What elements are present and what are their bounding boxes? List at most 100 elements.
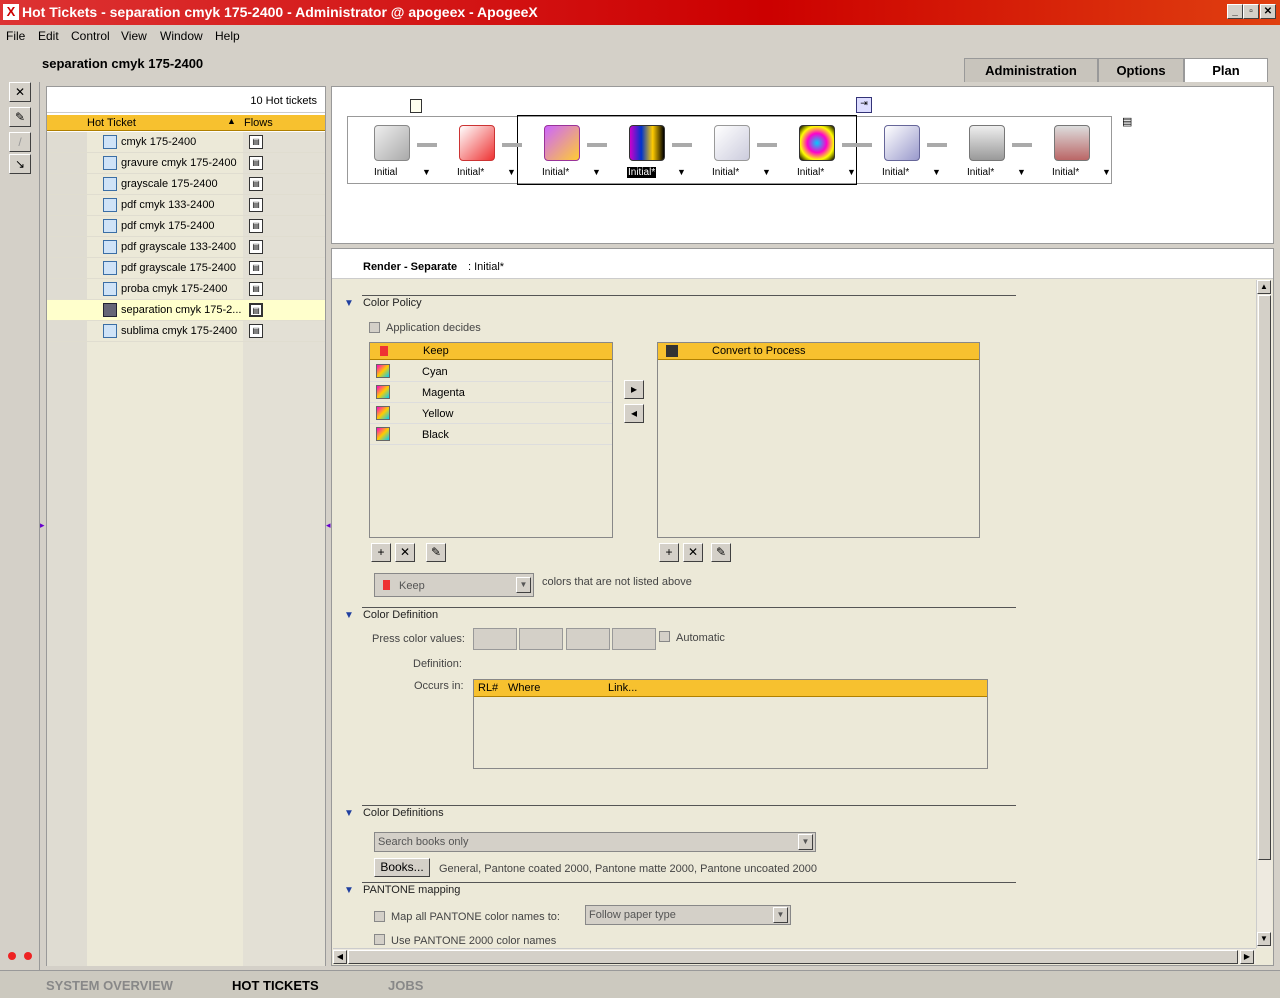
section-pantone-mapping[interactable]: ▼ PANTONE mapping [344, 884, 460, 896]
flow-icon[interactable]: ▤ [249, 240, 263, 254]
flow-menu-icon[interactable]: ▤ [1122, 115, 1132, 128]
application-decides-checkbox[interactable] [369, 322, 380, 333]
scroll-right-icon[interactable]: ▶ [1240, 950, 1254, 964]
edit-tool-icon[interactable]: ✎ [9, 107, 31, 127]
menu-edit[interactable]: Edit [38, 29, 59, 43]
tab-system-overview[interactable]: SYSTEM OVERVIEW [46, 978, 173, 993]
list-item[interactable]: Yellow [370, 403, 612, 424]
use-pantone-2000-checkbox[interactable] [374, 934, 385, 945]
chevron-down-icon[interactable]: ▼ [847, 167, 856, 177]
maximize-button[interactable]: ▫ [1243, 4, 1259, 19]
press-value-field[interactable] [519, 628, 563, 650]
input-document-icon[interactable] [410, 99, 422, 113]
list-item[interactable]: grayscale 175-2400 ▤ [47, 174, 325, 195]
section-color-definition[interactable]: ▼ Color Definition [344, 609, 438, 621]
scroll-down-icon[interactable]: ▼ [1257, 932, 1271, 946]
flow-node-proofer[interactable]: Initial* ▼ [947, 119, 1027, 181]
list-item[interactable]: pdf grayscale 175-2400 ▤ [47, 258, 325, 279]
flow-icon[interactable]: ▤ [249, 324, 263, 338]
flow-icon[interactable]: ▤ [249, 156, 263, 170]
list-item[interactable]: gravure cmyk 175-2400 ▤ [47, 153, 325, 174]
flow-node-pdf[interactable]: Initial* ▼ [437, 119, 517, 181]
books-button[interactable]: Books... [374, 858, 430, 877]
edit-button[interactable]: ✎ [711, 543, 731, 562]
flow-node-input[interactable]: Initial ▼ [352, 119, 432, 181]
flow-icon[interactable]: ▤ [249, 198, 263, 212]
tab-options[interactable]: Options [1098, 58, 1184, 82]
collapse-triangle-icon[interactable]: ▼ [344, 298, 354, 309]
tab-plan[interactable]: Plan [1184, 58, 1268, 82]
flow-icon[interactable]: ▤ [249, 219, 263, 233]
list-item[interactable]: Magenta [370, 382, 612, 403]
flow-node-approval[interactable]: Initial* ▼ [862, 119, 942, 181]
edit-button[interactable]: ✎ [426, 543, 446, 562]
flow-icon[interactable]: ▤ [249, 303, 263, 317]
map-all-pantone-checkbox[interactable] [374, 911, 385, 922]
menu-help[interactable]: Help [215, 29, 240, 43]
list-item[interactable]: Black [370, 424, 612, 445]
col-hot-ticket[interactable]: Hot Ticket [87, 117, 136, 129]
splitter-right-icon[interactable]: ◂ [326, 520, 331, 531]
list-item[interactable]: pdf grayscale 133-2400 ▤ [47, 237, 325, 258]
pen-tool-icon[interactable]: / [9, 132, 31, 152]
vertical-scrollbar[interactable]: ▲ ▼ [1256, 280, 1272, 948]
collapse-triangle-icon[interactable]: ▼ [344, 610, 354, 621]
press-value-field[interactable] [473, 628, 517, 650]
section-color-definitions[interactable]: ▼ Color Definitions [344, 807, 444, 819]
flow-icon[interactable]: ▤ [249, 177, 263, 191]
minimize-button[interactable]: _ [1227, 4, 1243, 19]
chevron-down-icon[interactable]: ▼ [592, 167, 601, 177]
list-item[interactable]: Cyan [370, 361, 612, 382]
scroll-thumb[interactable] [1258, 295, 1271, 860]
tab-administration[interactable]: Administration [964, 58, 1098, 82]
list-item[interactable]: pdf cmyk 175-2400 ▤ [47, 216, 325, 237]
scroll-left-icon[interactable]: ◀ [333, 950, 347, 964]
flow-icon[interactable]: ▤ [249, 135, 263, 149]
flow-node-font[interactable]: Initial* ▼ [522, 119, 602, 181]
list-item[interactable]: pdf cmyk 133-2400 ▤ [47, 195, 325, 216]
splitter-left-icon[interactable]: ▸ [40, 520, 45, 531]
col-flows[interactable]: Flows [244, 117, 273, 129]
scroll-up-icon[interactable]: ▲ [1257, 280, 1271, 294]
flow-node-screening[interactable]: Initial* ▼ [777, 119, 857, 181]
close-button[interactable]: ✕ [1260, 4, 1276, 19]
scroll-thumb[interactable] [348, 950, 1238, 964]
tab-hot-tickets[interactable]: HOT TICKETS [232, 978, 319, 993]
move-right-button[interactable]: ▸ [624, 380, 644, 399]
tab-jobs[interactable]: JOBS [388, 978, 423, 993]
chevron-down-icon[interactable]: ▼ [516, 577, 531, 593]
list-item[interactable]: cmyk 175-2400 ▤ [47, 132, 325, 153]
chevron-down-icon[interactable]: ▼ [677, 167, 686, 177]
collapse-triangle-icon[interactable]: ▼ [344, 885, 354, 896]
automatic-checkbox[interactable] [659, 631, 670, 642]
add-button[interactable]: + [371, 543, 391, 562]
press-value-field[interactable] [612, 628, 656, 650]
list-item[interactable]: sublima cmyk 175-2400 ▤ [47, 321, 325, 342]
search-books-combo[interactable]: Search books only ▼ [374, 832, 816, 852]
chevron-down-icon[interactable]: ▼ [422, 167, 431, 177]
chevron-down-icon[interactable]: ▼ [798, 834, 813, 850]
section-color-policy[interactable]: ▼ Color Policy [344, 297, 422, 309]
menu-window[interactable]: Window [160, 29, 203, 43]
chevron-down-icon[interactable]: ▼ [1102, 167, 1111, 177]
horizontal-scrollbar[interactable]: ◀ ▶ [333, 948, 1256, 964]
remove-button[interactable]: ✕ [395, 543, 415, 562]
list-item-selected[interactable]: separation cmyk 175-2... ▤ [47, 300, 325, 321]
flow-icon[interactable]: ▤ [249, 261, 263, 275]
not-listed-combo[interactable]: Keep ▼ [374, 573, 534, 597]
follow-paper-combo[interactable]: Follow paper type ▼ [585, 905, 791, 925]
chevron-down-icon[interactable]: ▼ [507, 167, 516, 177]
menu-file[interactable]: File [6, 29, 25, 43]
press-value-field[interactable] [566, 628, 610, 650]
list-item[interactable]: proba cmyk 175-2400 ▤ [47, 279, 325, 300]
chevron-down-icon[interactable]: ▼ [1017, 167, 1026, 177]
flow-node-render-separate[interactable]: Initial* ▼ [607, 119, 687, 181]
remove-button[interactable]: ✕ [683, 543, 703, 562]
chevron-down-icon[interactable]: ▼ [773, 907, 788, 923]
menu-view[interactable]: View [121, 29, 147, 43]
flow-node-binary[interactable]: Initial* ▼ [692, 119, 772, 181]
add-button[interactable]: + [659, 543, 679, 562]
chevron-down-icon[interactable]: ▼ [762, 167, 771, 177]
collapse-triangle-icon[interactable]: ▼ [344, 808, 354, 819]
flow-node-platesetter[interactable]: Initial* ▼ [1032, 119, 1112, 181]
